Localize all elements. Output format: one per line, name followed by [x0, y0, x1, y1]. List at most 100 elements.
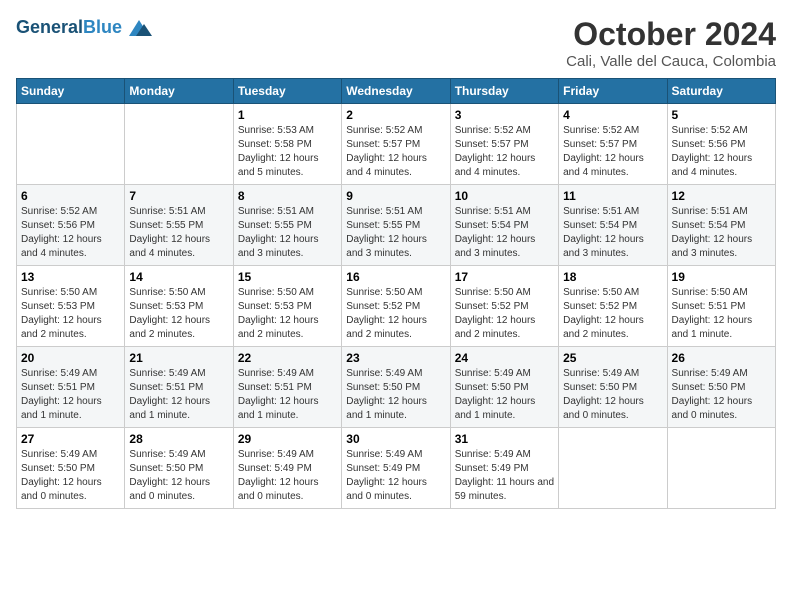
day-number: 25 — [563, 351, 662, 365]
day-info: Sunrise: 5:49 AM Sunset: 5:49 PM Dayligh… — [346, 448, 445, 504]
calendar-cell: 14 Sunrise: 5:50 AM Sunset: 5:53 PM Dayli… — [125, 266, 233, 347]
calendar-week-row: 1 Sunrise: 5:53 AM Sunset: 5:58 PM Daylig… — [17, 104, 776, 185]
day-info: Sunrise: 5:49 AM Sunset: 5:51 PM Dayligh… — [238, 367, 337, 423]
calendar-cell: 4Sunrise: 5:52 AM Sunset: 5:57 PM Daylig… — [559, 104, 667, 185]
calendar-cell: 11Sunrise: 5:51 AM Sunset: 5:54 PM Dayli… — [559, 185, 667, 266]
calendar-cell: 3 Sunrise: 5:52 AM Sunset: 5:57 PM Daylig… — [450, 104, 558, 185]
calendar-cell: 29Sunrise: 5:49 AM Sunset: 5:49 PM Dayli… — [233, 428, 341, 509]
day-info: Sunrise: 5:49 AM Sunset: 5:50 PM Dayligh… — [346, 367, 445, 423]
day-number: 19 — [672, 270, 771, 284]
calendar-cell: 5Sunrise: 5:52 AM Sunset: 5:56 PM Daylig… — [667, 104, 775, 185]
logo: GeneralBlue — [16, 16, 154, 40]
day-number: 8 — [238, 189, 337, 203]
day-number: 1 — [238, 108, 337, 122]
calendar-week-row: 20 Sunrise: 5:49 AM Sunset: 5:51 PM Dayli… — [17, 347, 776, 428]
day-info: Sunrise: 5:50 AM Sunset: 5:52 PM Dayligh… — [346, 286, 445, 342]
day-number: 7 — [129, 189, 228, 203]
day-info: Sunrise: 5:50 AM Sunset: 5:52 PM Dayligh… — [563, 286, 662, 342]
day-number: 5 — [672, 108, 771, 122]
day-info: Sunrise: 5:50 AM Sunset: 5:53 PM Dayligh… — [238, 286, 337, 342]
day-info: Sunrise: 5:51 AM Sunset: 5:54 PM Dayligh… — [672, 205, 771, 261]
day-info: Sunrise: 5:49 AM Sunset: 5:50 PM Dayligh… — [21, 448, 120, 504]
day-number: 27 — [21, 432, 120, 446]
calendar-cell: 25 Sunrise: 5:49 AM Sunset: 5:50 PM Dayli… — [559, 347, 667, 428]
calendar-cell: 30 Sunrise: 5:49 AM Sunset: 5:49 PM Dayli… — [342, 428, 450, 509]
day-number: 9 — [346, 189, 445, 203]
day-info: Sunrise: 5:53 AM Sunset: 5:58 PM Dayligh… — [238, 124, 337, 180]
day-header-wednesday: Wednesday — [342, 79, 450, 104]
day-info: Sunrise: 5:51 AM Sunset: 5:54 PM Dayligh… — [455, 205, 554, 261]
day-header-monday: Monday — [125, 79, 233, 104]
calendar-header-row: SundayMondayTuesdayWednesdayThursdayFrid… — [17, 79, 776, 104]
day-header-saturday: Saturday — [667, 79, 775, 104]
calendar-cell — [125, 104, 233, 185]
calendar-cell: 19 Sunrise: 5:50 AM Sunset: 5:51 PM Dayli… — [667, 266, 775, 347]
calendar-cell — [559, 428, 667, 509]
day-info: Sunrise: 5:49 AM Sunset: 5:51 PM Dayligh… — [21, 367, 120, 423]
day-info: Sunrise: 5:51 AM Sunset: 5:55 PM Dayligh… — [129, 205, 228, 261]
calendar-cell: 31Sunrise: 5:49 AM Sunset: 5:49 PM Dayli… — [450, 428, 558, 509]
day-info: Sunrise: 5:50 AM Sunset: 5:53 PM Dayligh… — [129, 286, 228, 342]
calendar: SundayMondayTuesdayWednesdayThursdayFrid… — [16, 78, 776, 509]
logo-icon — [124, 16, 154, 40]
day-number: 12 — [672, 189, 771, 203]
title-area: October 2024 Cali, Valle del Cauca, Colo… — [566, 16, 776, 70]
day-number: 23 — [346, 351, 445, 365]
day-number: 11 — [563, 189, 662, 203]
calendar-cell: 1 Sunrise: 5:53 AM Sunset: 5:58 PM Daylig… — [233, 104, 341, 185]
day-info: Sunrise: 5:51 AM Sunset: 5:55 PM Dayligh… — [238, 205, 337, 261]
day-info: Sunrise: 5:49 AM Sunset: 5:50 PM Dayligh… — [672, 367, 771, 423]
day-number: 28 — [129, 432, 228, 446]
logo-text: GeneralBlue — [16, 18, 122, 38]
day-info: Sunrise: 5:50 AM Sunset: 5:51 PM Dayligh… — [672, 286, 771, 342]
day-number: 30 — [346, 432, 445, 446]
day-number: 14 — [129, 270, 228, 284]
day-number: 2 — [346, 108, 445, 122]
calendar-cell: 21 Sunrise: 5:49 AM Sunset: 5:51 PM Dayli… — [125, 347, 233, 428]
calendar-cell: 8 Sunrise: 5:51 AM Sunset: 5:55 PM Daylig… — [233, 185, 341, 266]
day-number: 21 — [129, 351, 228, 365]
day-header-tuesday: Tuesday — [233, 79, 341, 104]
day-number: 20 — [21, 351, 120, 365]
month-title: October 2024 — [566, 16, 776, 53]
location-title: Cali, Valle del Cauca, Colombia — [566, 53, 776, 70]
day-info: Sunrise: 5:52 AM Sunset: 5:57 PM Dayligh… — [455, 124, 554, 180]
day-header-sunday: Sunday — [17, 79, 125, 104]
day-info: Sunrise: 5:49 AM Sunset: 5:50 PM Dayligh… — [563, 367, 662, 423]
calendar-cell: 10 Sunrise: 5:51 AM Sunset: 5:54 PM Dayli… — [450, 185, 558, 266]
day-number: 22 — [238, 351, 337, 365]
calendar-cell: 6Sunrise: 5:52 AM Sunset: 5:56 PM Daylig… — [17, 185, 125, 266]
day-info: Sunrise: 5:49 AM Sunset: 5:50 PM Dayligh… — [129, 448, 228, 504]
day-number: 4 — [563, 108, 662, 122]
calendar-cell: 16 Sunrise: 5:50 AM Sunset: 5:52 PM Dayli… — [342, 266, 450, 347]
day-info: Sunrise: 5:49 AM Sunset: 5:49 PM Dayligh… — [455, 448, 554, 504]
calendar-cell: 24 Sunrise: 5:49 AM Sunset: 5:50 PM Dayli… — [450, 347, 558, 428]
day-info: Sunrise: 5:49 AM Sunset: 5:50 PM Dayligh… — [455, 367, 554, 423]
calendar-cell: 28 Sunrise: 5:49 AM Sunset: 5:50 PM Dayli… — [125, 428, 233, 509]
calendar-cell: 9 Sunrise: 5:51 AM Sunset: 5:55 PM Daylig… — [342, 185, 450, 266]
day-number: 13 — [21, 270, 120, 284]
calendar-cell: 22 Sunrise: 5:49 AM Sunset: 5:51 PM Dayli… — [233, 347, 341, 428]
day-number: 15 — [238, 270, 337, 284]
day-number: 10 — [455, 189, 554, 203]
header: GeneralBlue October 2024 Cali, Valle del… — [16, 16, 776, 70]
day-info: Sunrise: 5:52 AM Sunset: 5:56 PM Dayligh… — [21, 205, 120, 261]
calendar-cell: 7 Sunrise: 5:51 AM Sunset: 5:55 PM Daylig… — [125, 185, 233, 266]
day-number: 3 — [455, 108, 554, 122]
calendar-cell: 15 Sunrise: 5:50 AM Sunset: 5:53 PM Dayli… — [233, 266, 341, 347]
day-info: Sunrise: 5:49 AM Sunset: 5:51 PM Dayligh… — [129, 367, 228, 423]
calendar-cell — [667, 428, 775, 509]
day-number: 16 — [346, 270, 445, 284]
day-info: Sunrise: 5:52 AM Sunset: 5:57 PM Dayligh… — [346, 124, 445, 180]
calendar-cell: 23 Sunrise: 5:49 AM Sunset: 5:50 PM Dayli… — [342, 347, 450, 428]
day-number: 18 — [563, 270, 662, 284]
day-info: Sunrise: 5:51 AM Sunset: 5:55 PM Dayligh… — [346, 205, 445, 261]
calendar-cell: 12 Sunrise: 5:51 AM Sunset: 5:54 PM Dayli… — [667, 185, 775, 266]
calendar-cell: 2 Sunrise: 5:52 AM Sunset: 5:57 PM Daylig… — [342, 104, 450, 185]
calendar-week-row: 27 Sunrise: 5:49 AM Sunset: 5:50 PM Dayli… — [17, 428, 776, 509]
calendar-cell: 26Sunrise: 5:49 AM Sunset: 5:50 PM Dayli… — [667, 347, 775, 428]
calendar-cell — [17, 104, 125, 185]
day-number: 17 — [455, 270, 554, 284]
calendar-cell: 20 Sunrise: 5:49 AM Sunset: 5:51 PM Dayli… — [17, 347, 125, 428]
day-number: 24 — [455, 351, 554, 365]
